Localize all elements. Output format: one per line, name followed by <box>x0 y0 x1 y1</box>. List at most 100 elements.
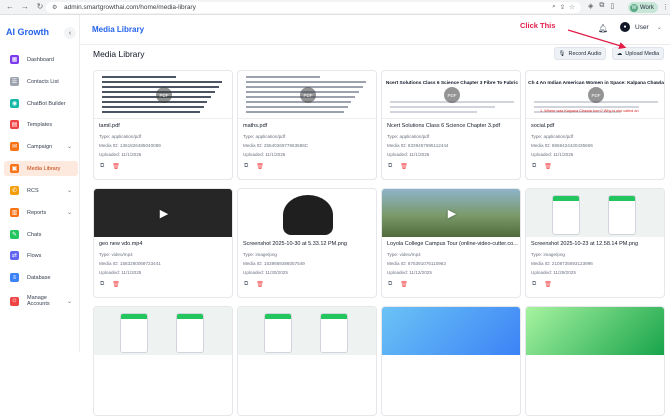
delete-icon[interactable]: 🗑︎ <box>400 281 408 288</box>
media-type: Type: image/png <box>243 252 277 257</box>
sidebar-item-media-library[interactable]: ▣ Media Library <box>4 161 78 176</box>
forward-icon[interactable]: → <box>20 2 30 12</box>
phone-header <box>553 196 579 201</box>
sidebar-item-manage-accounts[interactable]: ☺ Manage Accounts ⌄ <box>4 292 78 310</box>
text-line <box>102 76 177 78</box>
media-card[interactable] <box>237 306 377 416</box>
pdf-file-icon: PDF <box>156 87 172 103</box>
copy-icon[interactable]: ⧉ <box>100 163 104 170</box>
sidebar-item-flows[interactable]: ⇄ Flows <box>4 248 78 263</box>
delete-icon[interactable]: 🗑︎ <box>256 163 264 170</box>
chevron-down-icon: ⌄ <box>66 188 72 194</box>
media-name: Loyola College Campus Tour (online-video… <box>387 241 518 247</box>
upload-media-button[interactable]: ☁ Upload Media <box>612 47 664 60</box>
search-icon[interactable]: ⌕ <box>552 3 556 11</box>
sidebar-item-dashboard[interactable]: ▦ Dashboard <box>4 52 78 67</box>
media-name: tamil.pdf <box>99 123 120 129</box>
media-meta: social.pdf Type: application/pdf Media ID:… <box>531 123 663 158</box>
play-icon[interactable]: ▶ <box>445 206 459 220</box>
star-icon[interactable]: ☆ <box>569 3 575 11</box>
notification-bell-icon[interactable]: 🔔︎ <box>598 24 608 33</box>
media-card[interactable] <box>93 306 233 416</box>
copy-icon[interactable]: ⧉ <box>388 163 392 170</box>
record-audio-button[interactable]: 🎙︎ Record Audio <box>554 47 606 60</box>
media-card[interactable]: PDF tamil.pdf Type: application/pdf Media I… <box>93 70 233 180</box>
share-icon[interactable]: ⇪ <box>560 3 565 11</box>
media-thumbnail[interactable] <box>238 189 376 237</box>
sidebar-item-database[interactable]: ≡ Database <box>4 270 78 285</box>
media-type: Type: application/pdf <box>243 134 286 139</box>
reload-icon[interactable]: ↻ <box>35 2 45 12</box>
sidepanel-icon[interactable]: ▯ <box>610 2 614 10</box>
media-id: Media ID: 8669424420435606 <box>531 143 593 148</box>
sidebar-item-chats[interactable]: ✎ Chats <box>4 227 78 242</box>
media-meta: Screenshot 2025-10-30 at 5.33.12 PM.png T… <box>243 241 375 276</box>
delete-icon[interactable]: 🗑︎ <box>112 281 120 288</box>
copy-icon[interactable]: ⧉ <box>244 281 248 288</box>
copy-icon[interactable]: ⧉ <box>532 281 536 288</box>
copy-icon[interactable]: ⧉ <box>532 163 536 170</box>
sidebar-item-contacts-list[interactable]: ☰ Contacts List <box>4 74 78 89</box>
sidebar-item-label: RCS <box>27 187 39 194</box>
copy-icon[interactable]: ⧉ <box>244 163 248 170</box>
delete-icon[interactable]: 🗑︎ <box>400 163 408 170</box>
text-line <box>102 111 200 113</box>
browser-menu-icon[interactable]: ⋮ <box>662 3 669 11</box>
database-icon: ≡ <box>10 273 19 282</box>
media-card[interactable]: Ch 4 An Indian American Women in Space: … <box>525 70 665 180</box>
media-thumbnail[interactable] <box>526 307 664 355</box>
collapse-sidebar-button[interactable]: ‹ <box>64 27 76 39</box>
phone-mockup <box>552 195 580 235</box>
sidebar-item-label: Templates <box>27 121 53 128</box>
media-thumbnail[interactable] <box>94 307 232 355</box>
card-actions: ⧉ 🗑︎ <box>244 281 264 288</box>
address-bar[interactable]: ⚙ admin.smartgrowthai.com/home/media-lib… <box>46 2 581 13</box>
user-menu[interactable]: ● User ⌄ <box>620 22 662 32</box>
delete-icon[interactable]: 🗑︎ <box>544 281 552 288</box>
media-card[interactable]: Screenshot 2025-10-23 at 12.58.14 PM.png… <box>525 188 665 298</box>
media-thumbnail[interactable]: PDF <box>94 71 232 119</box>
media-type: Type: application/pdf <box>99 134 142 139</box>
header-title: Media Library <box>92 25 145 34</box>
brand-logo[interactable]: AI Growth <box>6 27 49 37</box>
sidebar-item-templates[interactable]: ▤ Templates <box>4 117 78 132</box>
media-card[interactable]: Ncert Solutions Class 6 Science Chapter … <box>381 70 521 180</box>
play-icon[interactable]: ▶ <box>157 206 171 220</box>
sidebar-item-label: Flows <box>27 252 42 259</box>
media-thumbnail[interactable] <box>526 189 664 237</box>
media-thumbnail[interactable] <box>238 307 376 355</box>
copy-icon[interactable]: ⧉ <box>388 281 392 288</box>
delete-icon[interactable]: 🗑︎ <box>256 281 264 288</box>
media-type: Type: video/mp4 <box>99 252 133 257</box>
document-heading: Ch 4 An Indian American Women in Space: … <box>528 81 664 86</box>
sidebar-item-chatbot-builder[interactable]: ◉ ChatBot Builder <box>4 96 78 111</box>
sidebar-item-reports[interactable]: ▥ Reports ⌄ <box>4 205 78 220</box>
media-card[interactable] <box>525 306 665 416</box>
sidebar-item-campaign[interactable]: ✉ Campaign ⌄ <box>4 139 78 154</box>
page-title: Media Library <box>93 49 145 59</box>
puzzle-icon[interactable]: ⧉ <box>599 2 604 10</box>
media-card[interactable]: ▶ geo new vdo.mp4 Type: video/mp4 Media ID:… <box>93 188 233 298</box>
extension-icon[interactable]: ◈ <box>588 2 593 10</box>
media-thumbnail[interactable] <box>382 307 520 355</box>
sidebar-item-rcs[interactable]: ✆ RCS ⌄ <box>4 183 78 198</box>
document-heading: Ncert Solutions Class 6 Science Chapter … <box>385 81 519 86</box>
delete-icon[interactable]: 🗑︎ <box>112 163 120 170</box>
profile-avatar: W <box>630 3 638 12</box>
back-icon[interactable]: ← <box>5 2 15 12</box>
media-card[interactable]: ▶ Loyola College Campus Tour (online-vide… <box>381 188 521 298</box>
media-thumbnail[interactable]: ▶ <box>382 189 520 237</box>
media-thumbnail[interactable]: PDF <box>238 71 376 119</box>
profile-pill[interactable]: W Work <box>628 2 658 13</box>
media-thumbnail[interactable]: Ncert Solutions Class 6 Science Chapter … <box>382 71 520 119</box>
media-card[interactable] <box>381 306 521 416</box>
user-name: User <box>635 23 649 31</box>
chevron-down-icon: ⌄ <box>66 298 72 305</box>
site-info-icon[interactable]: ⚙ <box>52 4 59 11</box>
media-card[interactable]: Screenshot 2025-10-30 at 5.33.12 PM.png T… <box>237 188 377 298</box>
copy-icon[interactable]: ⧉ <box>100 281 104 288</box>
media-thumbnail[interactable]: Ch 4 An Indian American Women in Space: … <box>526 71 664 119</box>
media-thumbnail[interactable]: ▶ <box>94 189 232 237</box>
media-card[interactable]: PDF maths.pdf Type: application/pdf Media I… <box>237 70 377 180</box>
delete-icon[interactable]: 🗑︎ <box>544 163 552 170</box>
